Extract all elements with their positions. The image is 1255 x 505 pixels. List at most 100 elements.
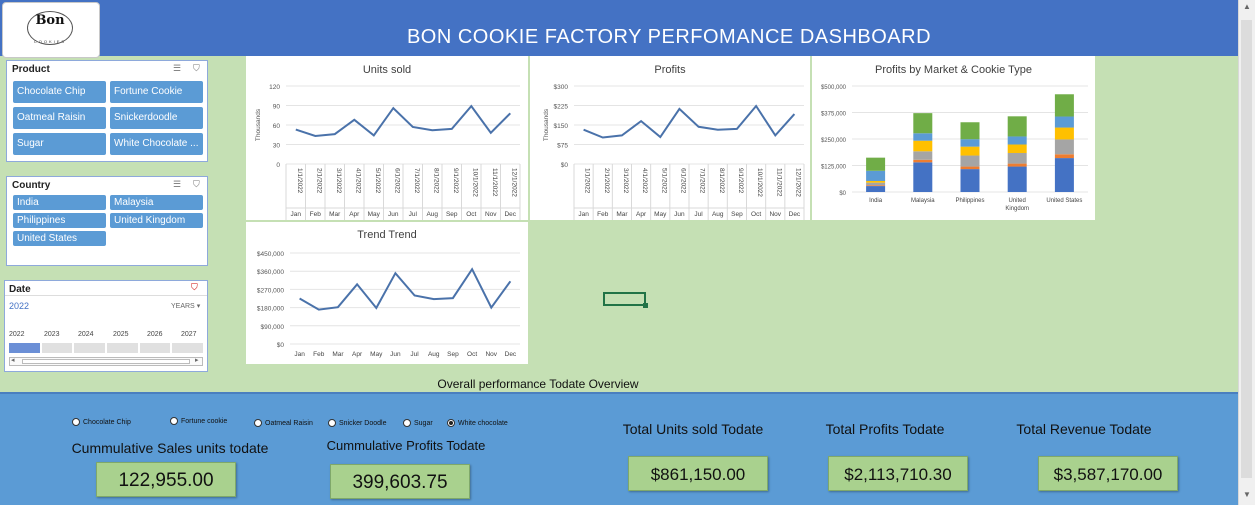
profits-chart[interactable]: Profits $300 $225 $150 $75 $0 Thousands 1/1/20… <box>530 56 810 220</box>
timeline-cell[interactable] <box>74 343 106 353</box>
bar-segment <box>1054 94 1074 117</box>
scroll-right-icon[interactable]: ▸ <box>195 356 199 364</box>
x-tick-label: 7/1/2022 <box>413 168 420 194</box>
bar-segment <box>960 155 980 167</box>
bar-segment <box>913 113 933 134</box>
multi-select-icon[interactable]: ☰ <box>173 63 181 74</box>
timeline-cell-selected[interactable] <box>9 343 40 353</box>
y-tick-label: $75 <box>557 143 568 150</box>
x-tick-label-line2: Kingdom <box>1005 206 1029 212</box>
x-tick-label: 1/1/2022 <box>296 168 303 194</box>
profits-by-market-chart[interactable]: Profits by Market & Cookie Type $500,000… <box>812 56 1095 220</box>
cum-sales-label: Cummulative Sales units todate <box>71 440 269 456</box>
clear-filter-icon[interactable]: ⛉ <box>193 179 200 190</box>
slicer-item-philippines[interactable]: Philippines <box>13 213 106 228</box>
bar-segment <box>1054 139 1074 155</box>
radio-icon[interactable] <box>170 417 178 425</box>
units-sold-chart-svg: 120 90 60 30 0 Thousands 1/1/2022 Jan 2/1/2022 Fe… <box>255 84 521 220</box>
month-label: Jan <box>291 211 302 218</box>
slicer-item-united-kingdom[interactable]: United Kingdom <box>110 213 203 228</box>
slicer-item-india[interactable]: India <box>13 195 106 210</box>
x-tick-label: United States <box>1046 198 1082 204</box>
slicer-item-chocolate-chip[interactable]: Chocolate Chip <box>13 81 106 103</box>
x-tick-label: 5/1/2022 <box>374 168 381 194</box>
radio-icon[interactable] <box>254 419 262 427</box>
series-line <box>295 104 512 138</box>
radio-icon[interactable] <box>328 419 336 427</box>
clear-filter-icon[interactable]: ⛉ <box>191 282 198 293</box>
date-slicer-title: Date <box>9 284 31 295</box>
bar-segment <box>866 170 886 181</box>
date-timeline-slicer[interactable]: Date ⛉ 2022 YEARS ▾ 2022 2023 2024 2025 … <box>4 280 208 372</box>
slicer-item-united-states[interactable]: United States <box>13 231 106 246</box>
timeline-cell[interactable] <box>41 343 73 353</box>
month-label: Nov <box>485 211 497 218</box>
slicer-item-sugar[interactable]: Sugar <box>13 133 106 155</box>
clear-filter-icon[interactable]: ⛉ <box>193 63 200 74</box>
y-tick-label: $0 <box>561 162 569 169</box>
x-tick-label: 10/1/2022 <box>471 168 478 197</box>
radio-white-chocolate[interactable]: White chocolate <box>447 419 508 427</box>
timeline-scrollbar[interactable]: ◂ ▸ <box>9 357 203 366</box>
x-tick-label: 1/1/2022 <box>584 168 591 194</box>
x-tick-label: Jan <box>294 351 305 358</box>
radio-icon[interactable] <box>403 419 411 427</box>
product-slicer[interactable]: Product ☰ ⛉ Chocolate Chip Fortune Cooki… <box>6 60 208 162</box>
bar-segment <box>960 169 980 192</box>
scroll-left-icon[interactable]: ◂ <box>11 356 15 364</box>
time-level-dropdown[interactable]: YEARS ▾ <box>171 302 200 310</box>
timeline-cell[interactable] <box>139 343 171 353</box>
y-tick-label: $180,000 <box>257 306 284 313</box>
cum-profits-value: 399,603.75 <box>330 464 470 499</box>
radio-icon-checked[interactable] <box>447 419 455 427</box>
scroll-down-icon[interactable]: ▼ <box>1240 490 1254 499</box>
y-tick-label: $250,000 <box>821 138 847 144</box>
product-slicer-title: Product <box>12 64 50 75</box>
x-tick-label: Aug <box>428 351 440 358</box>
x-tick-label: 12/1/2022 <box>794 168 801 197</box>
bar-segment <box>1054 154 1074 159</box>
total-profits-label: Total Profits Todate <box>825 421 945 437</box>
slicer-item-snickerdoodle[interactable]: Snickerdoodle <box>110 107 203 129</box>
scrollbar-thumb[interactable] <box>1241 20 1252 478</box>
x-tick-label: 6/1/2022 <box>393 168 400 194</box>
trend-chart[interactable]: Trend Trend $450,000 $360,000 $270,000 $180… <box>246 222 528 364</box>
timeline-cell[interactable] <box>172 343 204 353</box>
time-level-value: YEARS <box>171 303 195 310</box>
y-tick-label: 120 <box>269 84 280 91</box>
timeline-cell[interactable] <box>107 343 138 353</box>
selected-cell[interactable] <box>603 292 648 308</box>
month-label: May <box>368 211 381 218</box>
total-revenue-label: Total Revenue Todate <box>1016 421 1152 437</box>
month-label: Apr <box>636 211 647 218</box>
radio-fortune-cookie[interactable]: Fortune cookie <box>170 417 227 425</box>
total-units-label: Total Units sold Todate <box>622 421 764 437</box>
radio-sugar[interactable]: Sugar <box>403 419 433 427</box>
radio-chocolate-chip[interactable]: Chocolate Chip <box>72 418 131 426</box>
units-sold-chart[interactable]: Units sold 120 90 60 30 0 Thousands 1/1/2022 Ja… <box>246 56 528 220</box>
timeline-scroll-thumb[interactable] <box>22 359 190 364</box>
y-tick-label: $450,000 <box>257 251 284 258</box>
x-tick-label: 2/1/2022 <box>315 168 322 194</box>
month-label: Jun <box>388 211 399 218</box>
bar-segment <box>866 185 886 187</box>
radio-icon[interactable] <box>72 418 80 426</box>
slicer-item-malaysia[interactable]: Malaysia <box>110 195 203 210</box>
radio-snicker-doodle[interactable]: Snicker Doodle <box>328 419 386 427</box>
year-label: 2024 <box>78 331 94 338</box>
year-label: 2022 <box>9 331 25 338</box>
country-slicer[interactable]: Country ☰ ⛉ India Malaysia Philippines U… <box>6 176 208 266</box>
bar-segment <box>1054 116 1074 128</box>
kpi-band: Chocolate Chip Fortune cookie Oatmeal Ra… <box>0 392 1238 505</box>
x-tick-label: 8/1/2022 <box>432 168 439 194</box>
radio-oatmeal-raisin[interactable]: Oatmeal Raisin <box>254 419 313 427</box>
slicer-item-fortune-cookie[interactable]: Fortune Cookie <box>110 81 203 103</box>
scroll-up-icon[interactable]: ▲ <box>1240 2 1254 11</box>
slicer-item-oatmeal-raisin[interactable]: Oatmeal Raisin <box>13 107 106 129</box>
x-tick-label: 2/1/2022 <box>603 168 610 194</box>
multi-select-icon[interactable]: ☰ <box>173 179 181 190</box>
month-label: Sep <box>446 211 458 218</box>
y-tick-label: 60 <box>273 123 281 130</box>
slicer-item-white-chocolate[interactable]: White Chocolate ... <box>110 133 203 155</box>
timeline-bar[interactable] <box>9 343 204 353</box>
